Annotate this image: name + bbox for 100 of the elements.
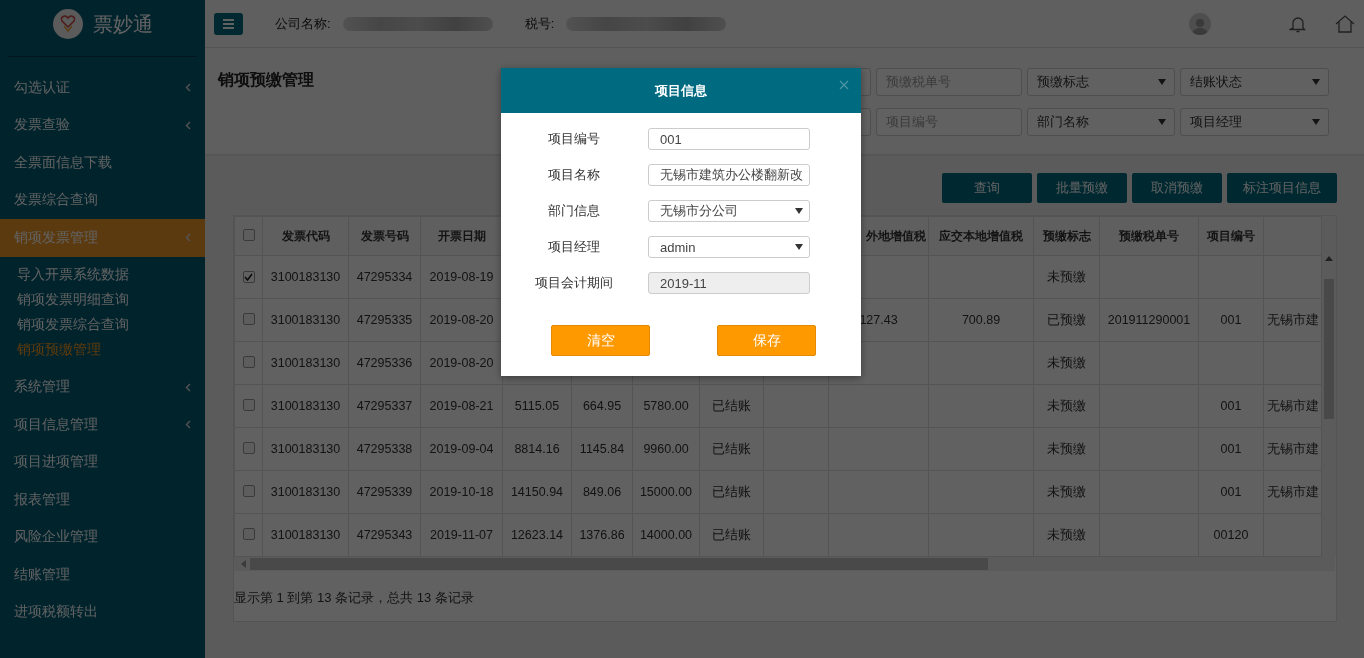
action-button[interactable]: 取消预缴 <box>1132 173 1222 203</box>
field-label: 项目经理 <box>546 238 601 256</box>
page-title: 销项预缴管理 <box>218 71 314 88</box>
sidebar-item[interactable]: 进项税额转出 <box>0 593 205 631</box>
sidebar-item[interactable]: 发票查验 <box>0 106 205 144</box>
table-cell: 未预缴 <box>1047 527 1086 542</box>
field-label: 项目会计期间 <box>533 274 614 292</box>
table-cell: 2019-11-07 <box>430 528 493 542</box>
field-label: 项目名称 <box>546 166 601 184</box>
table-cell: 3100183130 <box>270 356 341 370</box>
table-cell: 14150.94 <box>510 485 564 499</box>
checkbox[interactable] <box>242 271 255 283</box>
table-cell: 3100183130 <box>270 485 341 499</box>
table-cell: 已结账 <box>712 484 751 499</box>
action-button[interactable]: 批量预缴 <box>1037 173 1127 203</box>
menu-button[interactable] <box>214 12 243 35</box>
table-cell: 15000.00 <box>639 485 693 499</box>
table-cell: 2019-09-04 <box>429 442 494 456</box>
home-icon[interactable] <box>1335 14 1355 33</box>
sidebar-item[interactable]: 风险企业管理 <box>0 518 205 556</box>
submenu-item[interactable]: 销项发票明细查询 <box>0 287 205 313</box>
dialog-button[interactable]: 清空 <box>551 325 650 356</box>
sidebar-item[interactable]: 结账管理 <box>0 556 205 594</box>
table-cell: 700.89 <box>961 313 1001 327</box>
table-cell: 3100183130 <box>270 313 341 327</box>
brand-name: 票妙通 <box>92 11 153 37</box>
table-cell: 已结账 <box>712 441 751 456</box>
scroll-left-icon[interactable] <box>240 560 246 568</box>
submenu-item[interactable]: 销项预缴管理 <box>0 337 205 363</box>
table-cell: 3100183130 <box>270 442 341 456</box>
table-cell: 已结账 <box>712 398 751 413</box>
caret-icon <box>1312 79 1320 85</box>
filter-select[interactable]: 预缴标志 <box>1027 68 1175 96</box>
filter-select[interactable]: 项目经理 <box>1180 108 1329 136</box>
table-cell: 2019-08-21 <box>429 399 494 413</box>
checkbox[interactable] <box>242 527 255 540</box>
table-cell: 127.43 <box>859 313 898 327</box>
sidebar-item[interactable]: 项目信息管理 <box>0 406 205 444</box>
submenu-item[interactable]: 导入开票系统数据 <box>0 262 205 288</box>
sidebar-item[interactable]: 报表管理 <box>0 481 205 519</box>
sidebar-item[interactable]: 全票面信息下载 <box>0 144 205 182</box>
select-field[interactable]: admin <box>648 236 810 258</box>
filter-select[interactable]: 部门名称 <box>1027 108 1175 136</box>
checkbox[interactable] <box>242 312 255 325</box>
submenu-item[interactable]: 销项发票综合查询 <box>0 312 205 338</box>
action-button[interactable]: 查询 <box>942 173 1032 203</box>
menu-icon <box>223 18 234 29</box>
table-cell: 8814.16 <box>514 442 560 456</box>
sidebar-item[interactable]: 项目进项管理 <box>0 443 205 481</box>
pagination-info: 显示第 1 到第 13 条记录，总共 13 条记录 <box>234 589 475 607</box>
table-cell: 已结账 <box>712 527 751 542</box>
table-cell: 5115.05 <box>514 399 560 413</box>
action-button[interactable]: 标注项目信息 <box>1227 173 1337 203</box>
table-cell: 664.95 <box>582 399 622 413</box>
filter-select[interactable]: 结账状态 <box>1180 68 1329 96</box>
horizontal-scrollbar[interactable] <box>234 557 1335 571</box>
table-cell: 2019-08-20 <box>429 356 494 370</box>
sidebar-item[interactable]: 勾选认证 <box>0 69 205 107</box>
table-cell: 5780.00 <box>643 399 689 413</box>
input-field[interactable]: 001 <box>648 128 810 150</box>
table-cell: 47295338 <box>356 442 413 456</box>
table-cell: 47295337 <box>356 399 413 413</box>
scroll-up-icon[interactable] <box>1325 255 1333 261</box>
table-cell: 849.06 <box>582 485 622 499</box>
dialog-title: 项目信息 <box>655 81 707 100</box>
table-cell: 无锡市建 <box>1266 398 1319 413</box>
checkbox[interactable] <box>242 398 255 411</box>
table-cell: 12623.14 <box>510 528 564 542</box>
table-cell: 47295343 <box>356 528 413 542</box>
table-cell: 00120 <box>1213 528 1249 542</box>
caret-icon <box>1158 79 1166 85</box>
avatar-icon[interactable] <box>1189 12 1211 35</box>
table-cell: 47295339 <box>356 485 413 499</box>
select-field[interactable]: 无锡市分公司 <box>648 200 810 222</box>
table-cell: 47295336 <box>356 356 413 370</box>
sidebar-item[interactable]: 销项发票管理 <box>0 219 205 257</box>
checkbox[interactable] <box>242 441 255 454</box>
sidebar-item[interactable]: 系统管理 <box>0 368 205 406</box>
table-cell: 1145.84 <box>579 442 625 456</box>
table-cell: 未预缴 <box>1047 269 1086 284</box>
company-label: 公司名称: <box>275 14 331 33</box>
table-cell: 001 <box>1220 313 1242 327</box>
bell-icon[interactable] <box>1289 14 1307 33</box>
table-cell: 无锡市建 <box>1266 484 1319 499</box>
vertical-scrollbar[interactable] <box>1322 216 1336 557</box>
sidebar-item[interactable]: 发票综合查询 <box>0 181 205 219</box>
table-cell: 3100183130 <box>270 270 341 284</box>
check-icon <box>244 273 253 281</box>
close-icon[interactable] <box>839 80 849 90</box>
logo-icon <box>52 9 83 39</box>
dialog-button[interactable]: 保存 <box>717 325 816 356</box>
table-cell: 无锡市建 <box>1266 312 1319 327</box>
checkbox[interactable] <box>242 355 255 368</box>
field-label: 部门信息 <box>546 202 601 220</box>
checkbox[interactable] <box>242 484 255 497</box>
input-field[interactable]: 无锡市建筑办公楼翻新改 <box>648 164 810 186</box>
tax-label: 税号: <box>524 14 555 33</box>
table-cell: 3100183130 <box>270 399 341 413</box>
checkbox[interactable] <box>242 228 255 241</box>
table-cell: 2019-08-19 <box>429 270 494 284</box>
